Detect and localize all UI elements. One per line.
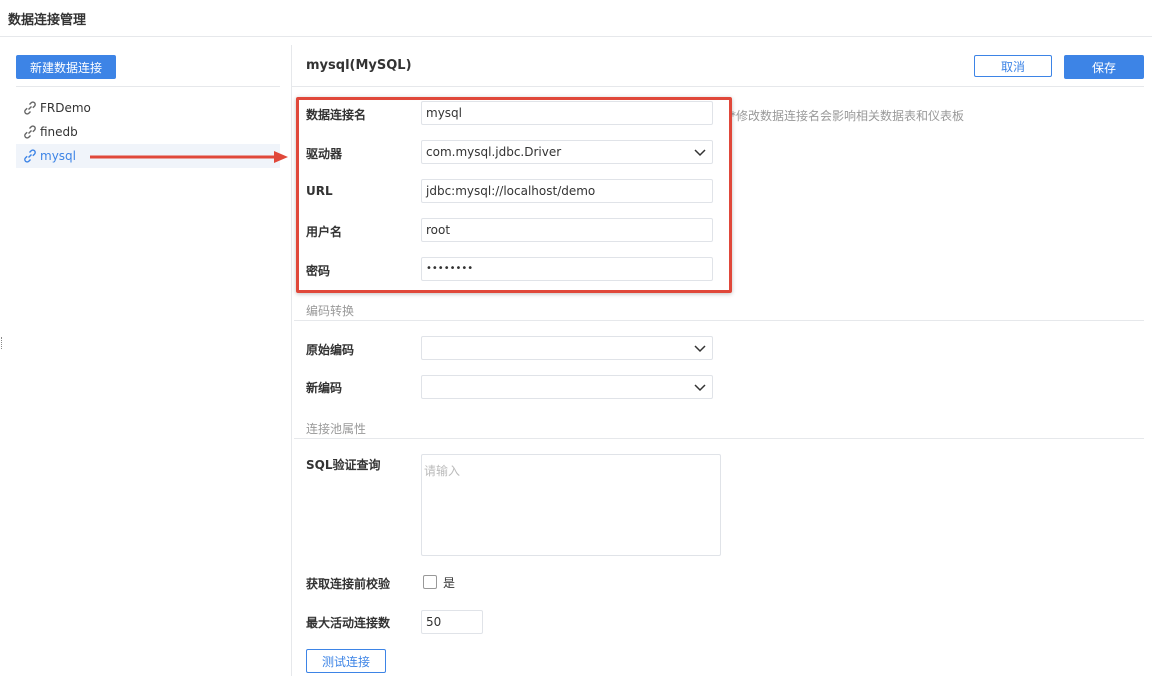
link-icon — [24, 101, 36, 115]
sql-validation-label: SQL验证查询 — [306, 458, 381, 472]
main-header: mysql(MySQL) 取消 保存 — [292, 45, 1144, 87]
max-active-input[interactable]: 50 — [421, 610, 483, 634]
cancel-button[interactable]: 取消 — [974, 55, 1052, 77]
connection-title: mysql(MySQL) — [306, 58, 412, 73]
annotation-arrow — [90, 151, 288, 163]
new-encoding-label: 新编码 — [306, 381, 343, 395]
encoding-section-title: 编码转换 — [306, 304, 355, 318]
resize-handle[interactable] — [1, 337, 4, 349]
validate-option-label: 是 — [443, 576, 456, 590]
main-panel: mysql(MySQL) 取消 保存 数据连接名 mysql *修改数据连接名会… — [292, 45, 1152, 676]
chevron-down-icon — [694, 384, 706, 392]
sidebar-item-label: mysql — [40, 149, 76, 163]
section-divider — [294, 320, 1144, 321]
sidebar-item-finedb[interactable]: finedb — [16, 120, 280, 144]
sql-validation-placeholder: 请输入 — [424, 464, 461, 478]
save-button[interactable]: 保存 — [1064, 55, 1144, 79]
validate-before-label: 获取连接前校验 — [306, 577, 391, 591]
sidebar-item-frdemo[interactable]: FRDemo — [16, 96, 280, 120]
new-encoding-select[interactable] — [421, 375, 713, 399]
sidebar: 新建数据连接 FRDemo finedb mysql — [0, 45, 292, 676]
original-encoding-select[interactable] — [421, 336, 713, 360]
sidebar-item-label: finedb — [40, 125, 78, 139]
max-active-label: 最大活动连接数 — [306, 616, 391, 630]
pool-section-title: 连接池属性 — [306, 422, 367, 436]
link-icon — [24, 149, 36, 163]
highlight-box — [296, 97, 732, 293]
sql-validation-textarea[interactable]: 请输入 — [421, 454, 721, 556]
connection-name-hint: *修改数据连接名会影响相关数据表和仪表板 — [730, 109, 965, 123]
sidebar-item-label: FRDemo — [40, 101, 91, 115]
new-connection-button[interactable]: 新建数据连接 — [16, 55, 116, 79]
window-title: 数据连接管理 — [8, 13, 87, 28]
chevron-down-icon — [694, 345, 706, 353]
section-divider — [294, 438, 1144, 439]
link-icon — [24, 125, 36, 139]
original-encoding-label: 原始编码 — [306, 343, 355, 357]
sidebar-divider — [16, 86, 280, 87]
test-connection-button[interactable]: 测试连接 — [306, 649, 386, 673]
validate-checkbox[interactable] — [423, 575, 437, 589]
title-bar: 数据连接管理 — [0, 0, 1152, 37]
